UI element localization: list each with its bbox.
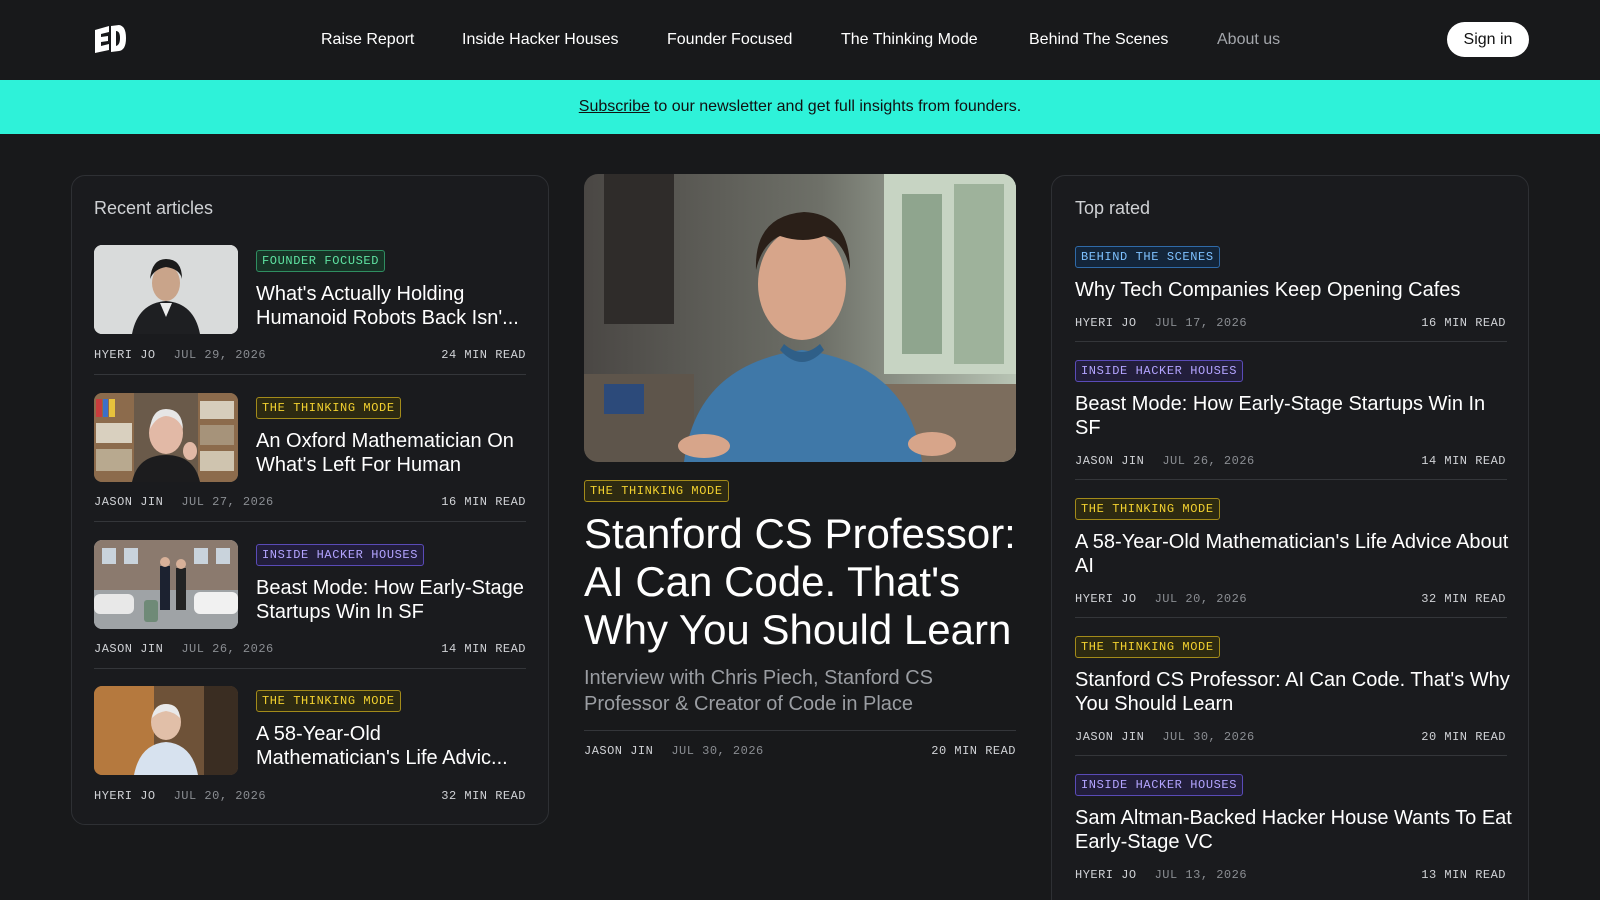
category-tag[interactable]: INSIDE HACKER HOUSES [1075, 360, 1244, 382]
category-tag[interactable]: THE THINKING MODE [256, 397, 401, 419]
date: JUL 17, 2026 [1154, 316, 1248, 330]
read-time: 16 MIN READ [1421, 316, 1506, 330]
divider [1075, 755, 1507, 756]
author: HYERI JO [94, 348, 156, 362]
read-time: 14 MIN READ [441, 642, 526, 656]
author: HYERI JO [1075, 316, 1137, 330]
recent-articles-title: Recent articles [94, 198, 214, 218]
article-title[interactable]: A 58-Year-Old Mathematician's Life Advic… [256, 722, 526, 770]
nav-raise-report[interactable]: Raise Report [321, 30, 414, 50]
divider [94, 668, 526, 669]
article-meta: HYERI JO JUL 20, 2026 [1075, 592, 1247, 606]
read-time: 20 MIN READ [931, 744, 1016, 758]
read-time: 32 MIN READ [1421, 592, 1506, 606]
category-tag[interactable]: INSIDE HACKER HOUSES [256, 544, 425, 566]
divider [94, 374, 526, 375]
article-title[interactable]: Beast Mode: How Early-Stage Startups Win… [1075, 392, 1515, 440]
article-meta: JASON JIN JUL 26, 2026 [1075, 454, 1255, 468]
nav-the-thinking-mode[interactable]: The Thinking Mode [841, 30, 978, 50]
author: JASON JIN [94, 642, 164, 656]
article-title[interactable]: Why Tech Companies Keep Opening Cafes [1075, 278, 1515, 302]
date: JUL 27, 2026 [181, 495, 274, 509]
author: HYERI JO [1075, 868, 1137, 882]
nav-founder-focused[interactable]: Founder Focused [667, 30, 792, 50]
banner-text: to our newsletter and get full insights … [653, 98, 1022, 115]
article-title[interactable]: What's Actually Holding Humanoid Robots … [256, 282, 526, 330]
ed-logo-icon[interactable] [93, 22, 127, 56]
sign-in-button[interactable]: Sign in [1447, 22, 1529, 57]
article-meta: HYERI JO JUL 13, 2026 [1075, 868, 1247, 882]
author: HYERI JO [1075, 592, 1137, 606]
article-thumbnail[interactable] [94, 393, 238, 482]
article-meta: HYERI JO JUL 17, 2026 [1075, 316, 1247, 330]
article-thumbnail[interactable] [94, 245, 238, 334]
author: JASON JIN [1075, 454, 1145, 468]
read-time: 16 MIN READ [441, 495, 526, 509]
read-time: 20 MIN READ [1421, 730, 1506, 744]
article-thumbnail[interactable] [94, 540, 238, 629]
category-tag[interactable]: FOUNDER FOCUSED [256, 250, 386, 272]
date: JUL 20, 2026 [173, 789, 267, 803]
article-meta: JASON JIN JUL 30, 2026 [1075, 730, 1255, 744]
category-tag[interactable]: THE THINKING MODE [256, 690, 401, 712]
featured-article-subtitle: Interview with Chris Piech, Stanford CS … [584, 667, 934, 715]
divider [94, 521, 526, 522]
article-title[interactable]: Sam Altman-Backed Hacker House Wants To … [1075, 806, 1515, 854]
divider [584, 730, 1016, 731]
divider [1075, 479, 1507, 480]
date: JUL 13, 2026 [1154, 868, 1248, 882]
date: JUL 29, 2026 [173, 348, 267, 362]
category-tag[interactable]: THE THINKING MODE [1075, 636, 1220, 658]
category-tag[interactable]: THE THINKING MODE [1075, 498, 1220, 520]
featured-article-title[interactable]: Stanford CS Professor: AI Can Code. That… [584, 510, 1024, 654]
nav-inside-hacker-houses[interactable]: Inside Hacker Houses [462, 30, 619, 50]
article-meta: JASON JIN JUL 26, 2026 [94, 642, 274, 656]
article-title[interactable]: Beast Mode: How Early-Stage Startups Win… [256, 576, 526, 624]
article-meta: JASON JIN JUL 27, 2026 [94, 495, 274, 509]
author: JASON JIN [94, 495, 164, 509]
divider [1075, 341, 1507, 342]
date: JUL 20, 2026 [1154, 592, 1248, 606]
date: JUL 30, 2026 [671, 744, 764, 758]
article-title[interactable]: An Oxford Mathematician On What's Left F… [256, 429, 526, 477]
article-title[interactable]: Stanford CS Professor: AI Can Code. That… [1075, 668, 1515, 716]
author: JASON JIN [1075, 730, 1145, 744]
date: JUL 26, 2026 [1162, 454, 1255, 468]
read-time: 32 MIN READ [441, 789, 526, 803]
article-meta: HYERI JO JUL 29, 2026 [94, 348, 266, 362]
category-tag[interactable]: BEHIND THE SCENES [1075, 246, 1220, 268]
date: JUL 26, 2026 [181, 642, 274, 656]
nav-about-us[interactable]: About us [1217, 30, 1280, 50]
newsletter-banner: Subscribe to our newsletter and get full… [0, 80, 1600, 134]
category-tag[interactable]: INSIDE HACKER HOUSES [1075, 774, 1244, 796]
article-title[interactable]: A 58-Year-Old Mathematician's Life Advic… [1075, 530, 1515, 578]
featured-article-image[interactable] [584, 174, 1016, 462]
read-time: 13 MIN READ [1421, 868, 1506, 882]
read-time: 14 MIN READ [1421, 454, 1506, 468]
author: JASON JIN [584, 744, 654, 758]
nav-behind-the-scenes[interactable]: Behind The Scenes [1029, 30, 1168, 50]
site-header: Raise Report Inside Hacker Houses Founde… [0, 0, 1600, 80]
article-meta: JASON JIN JUL 30, 2026 [584, 744, 764, 758]
divider [1075, 617, 1507, 618]
author: HYERI JO [94, 789, 156, 803]
top-rated-title: Top rated [1075, 198, 1151, 218]
article-meta: HYERI JO JUL 20, 2026 [94, 789, 266, 803]
read-time: 24 MIN READ [441, 348, 526, 362]
category-tag[interactable]: THE THINKING MODE [584, 480, 729, 502]
article-thumbnail[interactable] [94, 686, 238, 775]
subscribe-link[interactable]: Subscribe [579, 98, 650, 116]
date: JUL 30, 2026 [1162, 730, 1255, 744]
